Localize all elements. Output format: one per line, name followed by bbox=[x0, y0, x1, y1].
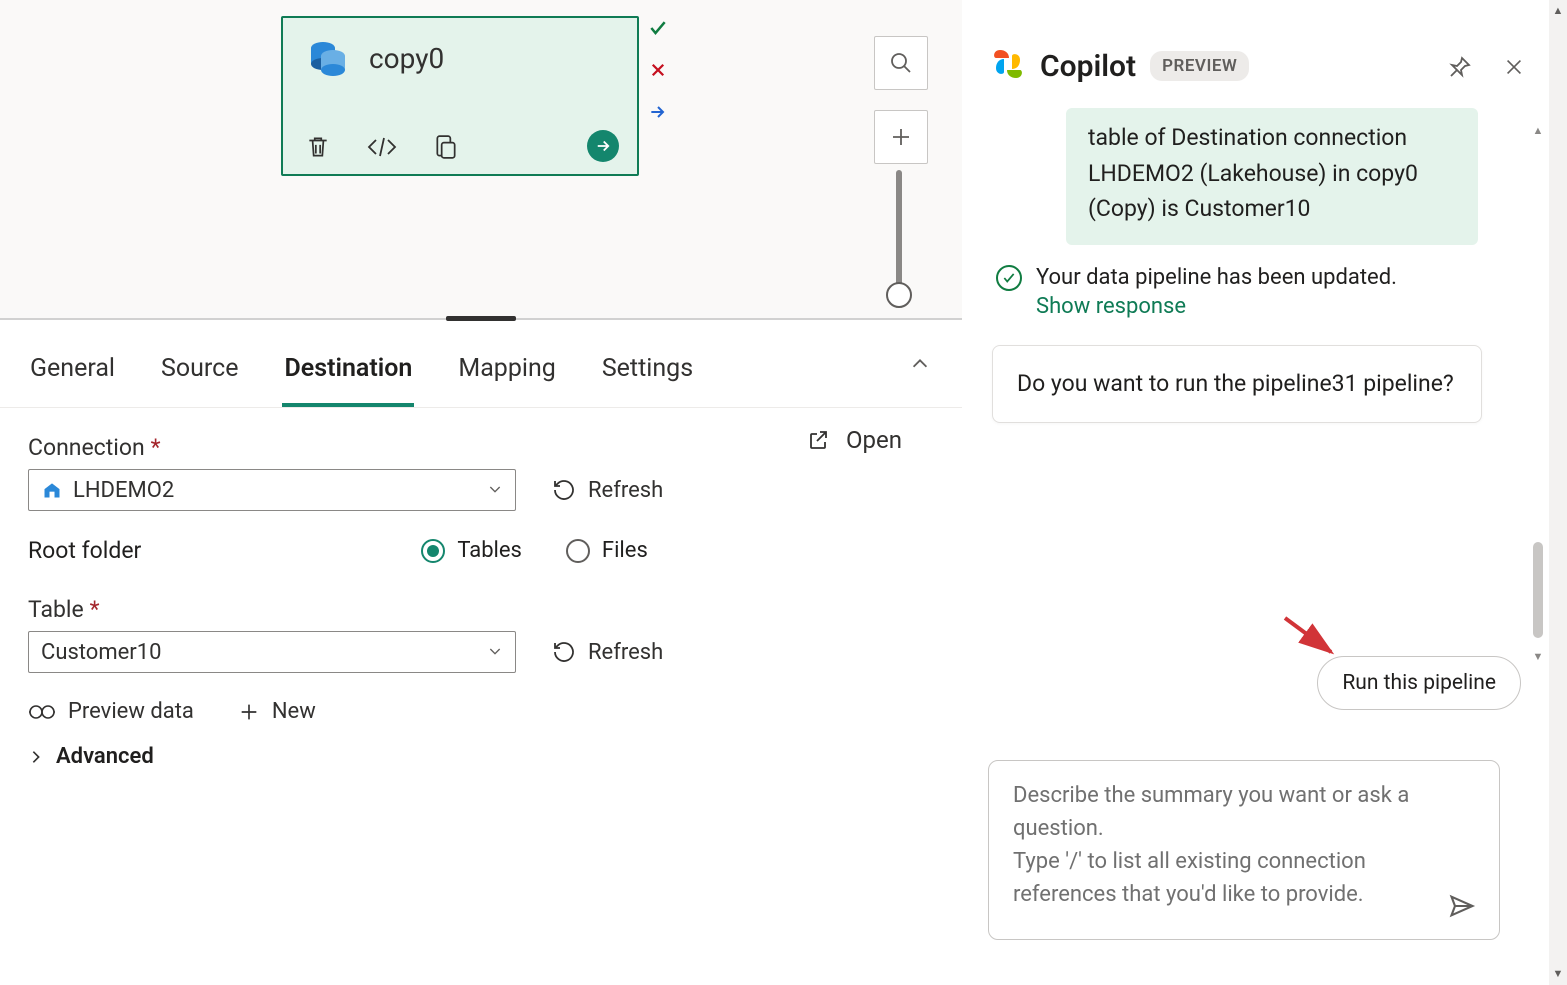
zoom-slider-thumb[interactable] bbox=[886, 282, 912, 308]
copilot-conversation[interactable]: table of Destination connection LHDEMO2 … bbox=[962, 108, 1567, 668]
connection-refresh-button[interactable]: Refresh bbox=[552, 478, 663, 503]
scroll-down-icon[interactable]: ▼ bbox=[1531, 650, 1545, 664]
pipeline-editor: copy0 bbox=[0, 0, 962, 985]
pin-button[interactable] bbox=[1445, 52, 1475, 82]
root-folder-radio-group: Tables Files bbox=[421, 538, 648, 563]
chevron-down-icon bbox=[487, 640, 503, 665]
advanced-toggle[interactable]: Advanced bbox=[28, 744, 154, 769]
activity-output-handle[interactable] bbox=[587, 130, 619, 162]
check-circle-icon bbox=[996, 265, 1022, 291]
pipeline-canvas[interactable]: copy0 bbox=[0, 0, 962, 318]
root-folder-tables-radio[interactable]: Tables bbox=[421, 538, 522, 563]
close-button[interactable] bbox=[1499, 52, 1529, 82]
copilot-input[interactable]: Describe the summary you want or ask a q… bbox=[988, 760, 1500, 940]
new-table-button[interactable]: New bbox=[238, 699, 316, 724]
canvas-zoom-in-button[interactable] bbox=[874, 110, 928, 164]
preview-badge: PREVIEW bbox=[1150, 51, 1249, 81]
canvas-search-button[interactable] bbox=[874, 36, 928, 90]
assistant-action-summary: table of Destination connection LHDEMO2 … bbox=[1066, 108, 1478, 245]
root-folder-label: Root folder bbox=[28, 537, 141, 564]
canvas-controls bbox=[874, 36, 928, 164]
connection-label: Connection* bbox=[28, 434, 934, 461]
tab-bar: General Source Destination Mapping Setti… bbox=[0, 320, 962, 408]
scroll-down-icon[interactable]: ▼ bbox=[1551, 967, 1565, 981]
table-value: Customer10 bbox=[41, 640, 477, 665]
connection-value: LHDEMO2 bbox=[73, 478, 477, 503]
scroll-thumb[interactable] bbox=[1533, 542, 1543, 638]
preview-data-button[interactable]: Preview data bbox=[28, 699, 194, 724]
on-success-handle[interactable] bbox=[646, 16, 670, 40]
copilot-logo-icon bbox=[990, 46, 1026, 86]
root-folder-files-radio[interactable]: Files bbox=[566, 538, 648, 563]
tab-destination[interactable]: Destination bbox=[282, 344, 414, 407]
run-this-pipeline-button[interactable]: Run this pipeline bbox=[1317, 656, 1521, 710]
show-response-link[interactable]: Show response bbox=[1036, 294, 1397, 319]
copilot-input-placeholder: Describe the summary you want or ask a q… bbox=[1013, 779, 1439, 911]
activity-header: copy0 bbox=[283, 18, 637, 80]
copilot-header: Copilot PREVIEW bbox=[962, 0, 1567, 96]
collapse-panel-button[interactable] bbox=[906, 350, 934, 378]
pipeline-updated-status: Your data pipeline has been updated. Sho… bbox=[996, 265, 1539, 319]
properties-panel: General Source Destination Mapping Setti… bbox=[0, 318, 962, 985]
delete-activity-button[interactable] bbox=[301, 130, 335, 164]
tab-settings[interactable]: Settings bbox=[600, 344, 695, 407]
table-label: Table* bbox=[28, 596, 934, 623]
lakehouse-icon bbox=[41, 479, 63, 501]
activity-title: copy0 bbox=[369, 42, 444, 75]
zoom-slider-track[interactable] bbox=[896, 170, 902, 298]
send-button[interactable] bbox=[1445, 889, 1479, 923]
tab-mapping[interactable]: Mapping bbox=[456, 344, 557, 407]
scroll-up-icon[interactable]: ▲ bbox=[1531, 124, 1545, 138]
table-dropdown[interactable]: Customer10 bbox=[28, 631, 516, 673]
destination-form: Connection* LHDEMO2 Refresh bbox=[0, 408, 962, 795]
table-refresh-button[interactable]: Refresh bbox=[552, 640, 663, 665]
assistant-followup: Do you want to run the pipeline31 pipeli… bbox=[992, 345, 1482, 423]
chevron-down-icon bbox=[487, 478, 503, 503]
window-scrollbar[interactable]: ▲ ▼ bbox=[1549, 0, 1567, 985]
connection-dropdown[interactable]: LHDEMO2 bbox=[28, 469, 516, 511]
on-fail-handle[interactable] bbox=[646, 58, 670, 82]
copilot-scrollbar[interactable]: ▲ ▼ bbox=[1529, 124, 1547, 664]
activity-copy0[interactable]: copy0 bbox=[281, 16, 639, 176]
on-skip-handle[interactable] bbox=[646, 100, 670, 124]
copy-activity-icon bbox=[305, 36, 349, 80]
tab-source[interactable]: Source bbox=[159, 344, 240, 407]
view-code-button[interactable] bbox=[365, 130, 399, 164]
tab-general[interactable]: General bbox=[28, 344, 117, 407]
activity-status-handles bbox=[644, 16, 672, 124]
activity-toolbar bbox=[301, 130, 463, 164]
scroll-up-icon[interactable]: ▲ bbox=[1551, 4, 1565, 18]
open-connection-button[interactable]: Open bbox=[806, 426, 902, 454]
copy-activity-button[interactable] bbox=[429, 130, 463, 164]
copilot-title: Copilot bbox=[1040, 49, 1136, 84]
